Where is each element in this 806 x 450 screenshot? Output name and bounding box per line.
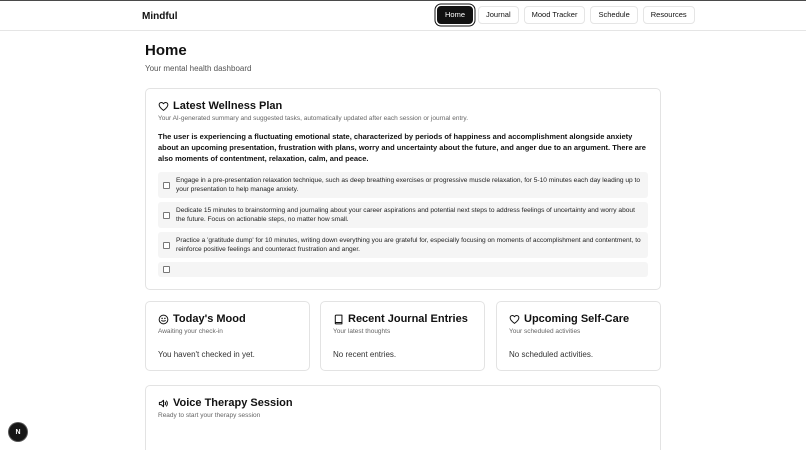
dev-tools-button[interactable]: N <box>9 423 27 441</box>
recent-journal-card: Recent Journal Entries Your latest thoug… <box>320 301 485 371</box>
upcoming-selfcare-card: Upcoming Self-Care Your scheduled activi… <box>496 301 661 371</box>
todays-mood-card: Today's Mood Awaiting your check-in You … <box>145 301 310 371</box>
recent-journal-status: No recent entries. <box>333 350 397 359</box>
fab-label: N <box>15 428 21 436</box>
smile-icon <box>158 314 169 324</box>
wellness-plan-title-row: Latest Wellness Plan <box>158 100 648 112</box>
recent-journal-title-row: Recent Journal Entries <box>333 313 472 325</box>
wellness-plan-subtitle: Your AI-generated summary and suggested … <box>158 115 469 122</box>
nav-journal-button[interactable]: Journal <box>478 6 519 24</box>
todays-mood-title-row: Today's Mood <box>158 313 297 325</box>
voice-therapy-title: Voice Therapy Session <box>173 397 293 409</box>
upcoming-selfcare-title: Upcoming Self-Care <box>524 313 630 325</box>
upcoming-selfcare-status: No scheduled activities. <box>509 350 594 359</box>
todays-mood-subtitle: Awaiting your check-in <box>158 328 223 335</box>
brand-logo[interactable]: Mindful <box>142 11 178 22</box>
nav-resources-button[interactable]: Resources <box>642 6 695 24</box>
heart-icon <box>158 101 169 111</box>
nav-home-button[interactable]: Home <box>437 6 474 24</box>
upcoming-selfcare-title-row: Upcoming Self-Care <box>509 313 648 325</box>
wellness-summary: The user is experiencing a fluctuating e… <box>158 132 646 163</box>
voice-therapy-title-row: Voice Therapy Session <box>158 397 648 409</box>
todays-mood-title: Today's Mood <box>173 313 246 325</box>
voice-therapy-subtitle: Ready to start your therapy session <box>158 412 261 419</box>
page-title: Home <box>145 42 187 59</box>
heart-icon <box>509 314 520 324</box>
top-navigation-bar: Mindful Home Journal Mood Tracker Schedu… <box>0 0 806 31</box>
page-subtitle: Your mental health dashboard <box>145 64 252 73</box>
task-item: Engage in a pre-presentation relaxation … <box>158 172 648 198</box>
task-text: Dedicate 15 minutes to brainstorming and… <box>176 207 635 223</box>
task-checkbox[interactable] <box>163 181 170 189</box>
task-checkbox[interactable] <box>163 211 170 219</box>
upcoming-selfcare-subtitle: Your scheduled activities <box>509 328 581 335</box>
task-item <box>158 262 648 277</box>
recent-journal-subtitle: Your latest thoughts <box>333 328 391 335</box>
wellness-plan-card: Latest Wellness Plan Your AI-generated s… <box>145 88 661 290</box>
wellness-plan-title: Latest Wellness Plan <box>173 100 283 112</box>
speaker-icon <box>158 399 168 407</box>
task-text: Practice a 'gratitude dump' for 10 minut… <box>176 237 641 253</box>
voice-therapy-card: Voice Therapy Session Ready to start you… <box>145 385 661 450</box>
book-icon <box>334 314 343 324</box>
task-item: Dedicate 15 minutes to brainstorming and… <box>158 202 648 228</box>
todays-mood-status: You haven't checked in yet. <box>158 350 255 359</box>
recent-journal-title: Recent Journal Entries <box>348 313 468 325</box>
task-checkbox[interactable] <box>163 266 170 273</box>
task-checkbox[interactable] <box>163 241 170 249</box>
nav-mood-tracker-button[interactable]: Mood Tracker <box>523 6 586 24</box>
task-item: Practice a 'gratitude dump' for 10 minut… <box>158 232 648 258</box>
main-nav: Home Journal Mood Tracker Schedule Resou… <box>437 6 695 24</box>
task-text: Engage in a pre-presentation relaxation … <box>176 177 641 193</box>
nav-schedule-button[interactable]: Schedule <box>590 6 638 24</box>
